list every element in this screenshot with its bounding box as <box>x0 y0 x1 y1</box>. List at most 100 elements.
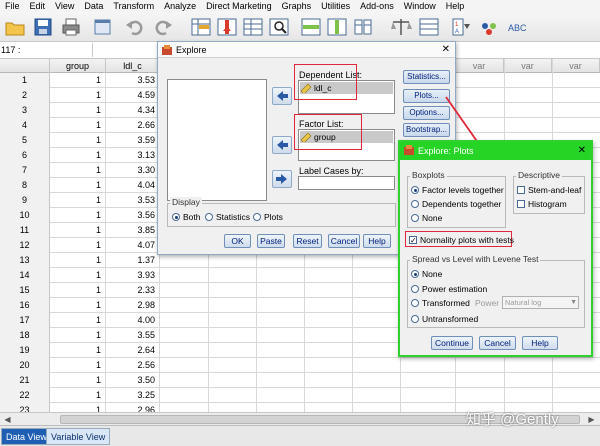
row-number[interactable]: 23 <box>0 403 50 412</box>
column-header-ldl-c[interactable]: ldl_c <box>106 59 160 73</box>
row-number[interactable]: 10 <box>0 208 50 223</box>
row-number[interactable]: 22 <box>0 388 50 403</box>
cell-group[interactable]: 1 <box>50 343 106 358</box>
bootstrap-button[interactable]: Bootstrap... <box>403 123 450 137</box>
cell-group[interactable]: 1 <box>50 148 106 163</box>
cell-group[interactable]: 1 <box>50 358 106 373</box>
cell-ldl-c[interactable]: 2.96 <box>106 403 160 412</box>
undo-icon[interactable] <box>124 16 146 38</box>
scroll-left-icon[interactable]: ◀ <box>2 414 13 425</box>
options-button[interactable]: Options... <box>403 106 450 120</box>
close-icon[interactable]: ✕ <box>578 144 586 158</box>
weight-cases-icon[interactable] <box>390 16 412 38</box>
row-number[interactable]: 7 <box>0 163 50 178</box>
table-row[interactable]: 22 1 3.25 <box>0 388 600 403</box>
insert-cases-icon[interactable] <box>300 16 322 38</box>
explore-titlebar[interactable]: Explore ✕ <box>158 42 455 58</box>
tab-variable-view[interactable]: Variable View <box>46 428 111 445</box>
help-button[interactable]: Help <box>363 234 391 248</box>
row-number[interactable]: 15 <box>0 283 50 298</box>
cell-group[interactable]: 1 <box>50 298 106 313</box>
cell-ldl-c[interactable]: 2.66 <box>106 118 160 133</box>
cell-ldl-c[interactable]: 2.64 <box>106 343 160 358</box>
cell-group[interactable]: 1 <box>50 103 106 118</box>
row-number[interactable]: 13 <box>0 253 50 268</box>
row-number[interactable]: 20 <box>0 358 50 373</box>
display-both-option[interactable]: Both <box>172 212 201 222</box>
row-number[interactable]: 8 <box>0 178 50 193</box>
row-number[interactable]: 4 <box>0 118 50 133</box>
row-number[interactable]: 21 <box>0 373 50 388</box>
cell-ldl-c[interactable]: 2.56 <box>106 358 160 373</box>
row-number[interactable]: 14 <box>0 268 50 283</box>
cell-group[interactable]: 1 <box>50 118 106 133</box>
statistics-button[interactable]: Statistics... <box>403 70 450 84</box>
insert-variable-icon[interactable] <box>326 16 348 38</box>
row-number[interactable]: 9 <box>0 193 50 208</box>
stem-and-leaf-checkbox[interactable]: Stem-and-leaf <box>517 185 581 195</box>
dialog-recall-icon[interactable] <box>92 16 114 38</box>
cell-ldl-c[interactable]: 3.85 <box>106 223 160 238</box>
plots-titlebar[interactable]: Explore: Plots ✕ <box>400 142 591 160</box>
menu-utilities[interactable]: Utilities <box>316 0 355 12</box>
label-cases-field[interactable] <box>298 176 395 190</box>
move-to-factor-button[interactable] <box>272 136 292 154</box>
row-number[interactable]: 6 <box>0 148 50 163</box>
transformed-option[interactable]: Transformed <box>411 298 470 308</box>
cell-group[interactable]: 1 <box>50 88 106 103</box>
tab-data-view[interactable]: Data View <box>1 428 52 445</box>
goto-case-icon[interactable] <box>190 16 212 38</box>
menu-analyze[interactable]: Analyze <box>159 0 201 12</box>
move-to-dependent-button[interactable] <box>272 87 292 105</box>
cell-ldl-c[interactable]: 3.25 <box>106 388 160 403</box>
row-number[interactable]: 1 <box>0 73 50 88</box>
row-number[interactable]: 3 <box>0 103 50 118</box>
cell-ldl-c[interactable]: 3.56 <box>106 208 160 223</box>
cell-group[interactable]: 1 <box>50 238 106 253</box>
power-estimation-option[interactable]: Power estimation <box>411 284 487 294</box>
display-plots-option[interactable]: Plots <box>253 212 283 222</box>
split-file-icon[interactable] <box>352 16 374 38</box>
boxplot-factor-levels-option[interactable]: Factor levels together <box>411 185 504 195</box>
menu-edit[interactable]: Edit <box>25 0 51 12</box>
column-header-group[interactable]: group <box>50 59 106 73</box>
row-number[interactable]: 2 <box>0 88 50 103</box>
cell-group[interactable]: 1 <box>50 253 106 268</box>
cell-ldl-c[interactable]: 2.33 <box>106 283 160 298</box>
row-number[interactable]: 17 <box>0 313 50 328</box>
column-header-var[interactable]: var <box>455 59 504 73</box>
cell-ldl-c[interactable]: 4.07 <box>106 238 160 253</box>
cell-group[interactable]: 1 <box>50 313 106 328</box>
power-select[interactable]: Natural log ▼ <box>502 296 579 309</box>
spread-none-option[interactable]: None <box>411 269 442 279</box>
cell-ldl-c[interactable]: 3.13 <box>106 148 160 163</box>
row-number[interactable]: 12 <box>0 238 50 253</box>
cancel-button[interactable]: Cancel <box>479 336 516 350</box>
cell-group[interactable]: 1 <box>50 403 106 412</box>
close-icon[interactable]: ✕ <box>442 43 450 57</box>
reset-button[interactable]: Reset <box>293 234 322 248</box>
value-labels-icon[interactable]: 1A <box>450 16 472 38</box>
cell-ldl-c[interactable]: 4.59 <box>106 88 160 103</box>
row-number[interactable]: 11 <box>0 223 50 238</box>
cell-group[interactable]: 1 <box>50 133 106 148</box>
cell-ldl-c[interactable]: 2.98 <box>106 298 160 313</box>
scroll-right-icon[interactable]: ▶ <box>586 414 597 425</box>
cell-ldl-c[interactable]: 4.00 <box>106 313 160 328</box>
cell-ldl-c[interactable]: 3.53 <box>106 193 160 208</box>
cell-ldl-c[interactable]: 3.50 <box>106 373 160 388</box>
cell-ldl-c[interactable]: 3.53 <box>106 73 160 88</box>
cell-group[interactable]: 1 <box>50 193 106 208</box>
cell-ldl-c[interactable]: 3.30 <box>106 163 160 178</box>
untransformed-option[interactable]: Untransformed <box>411 314 478 324</box>
boxplot-dependents-option[interactable]: Dependents together <box>411 199 501 209</box>
row-number[interactable]: 5 <box>0 133 50 148</box>
print-icon[interactable] <box>60 16 82 38</box>
find-icon[interactable] <box>268 16 290 38</box>
cell-group[interactable]: 1 <box>50 388 106 403</box>
goto-variable-icon[interactable] <box>216 16 238 38</box>
menu-file[interactable]: File <box>0 0 25 12</box>
continue-button[interactable]: Continue <box>431 336 473 350</box>
row-number[interactable]: 19 <box>0 343 50 358</box>
cell-group[interactable]: 1 <box>50 223 106 238</box>
